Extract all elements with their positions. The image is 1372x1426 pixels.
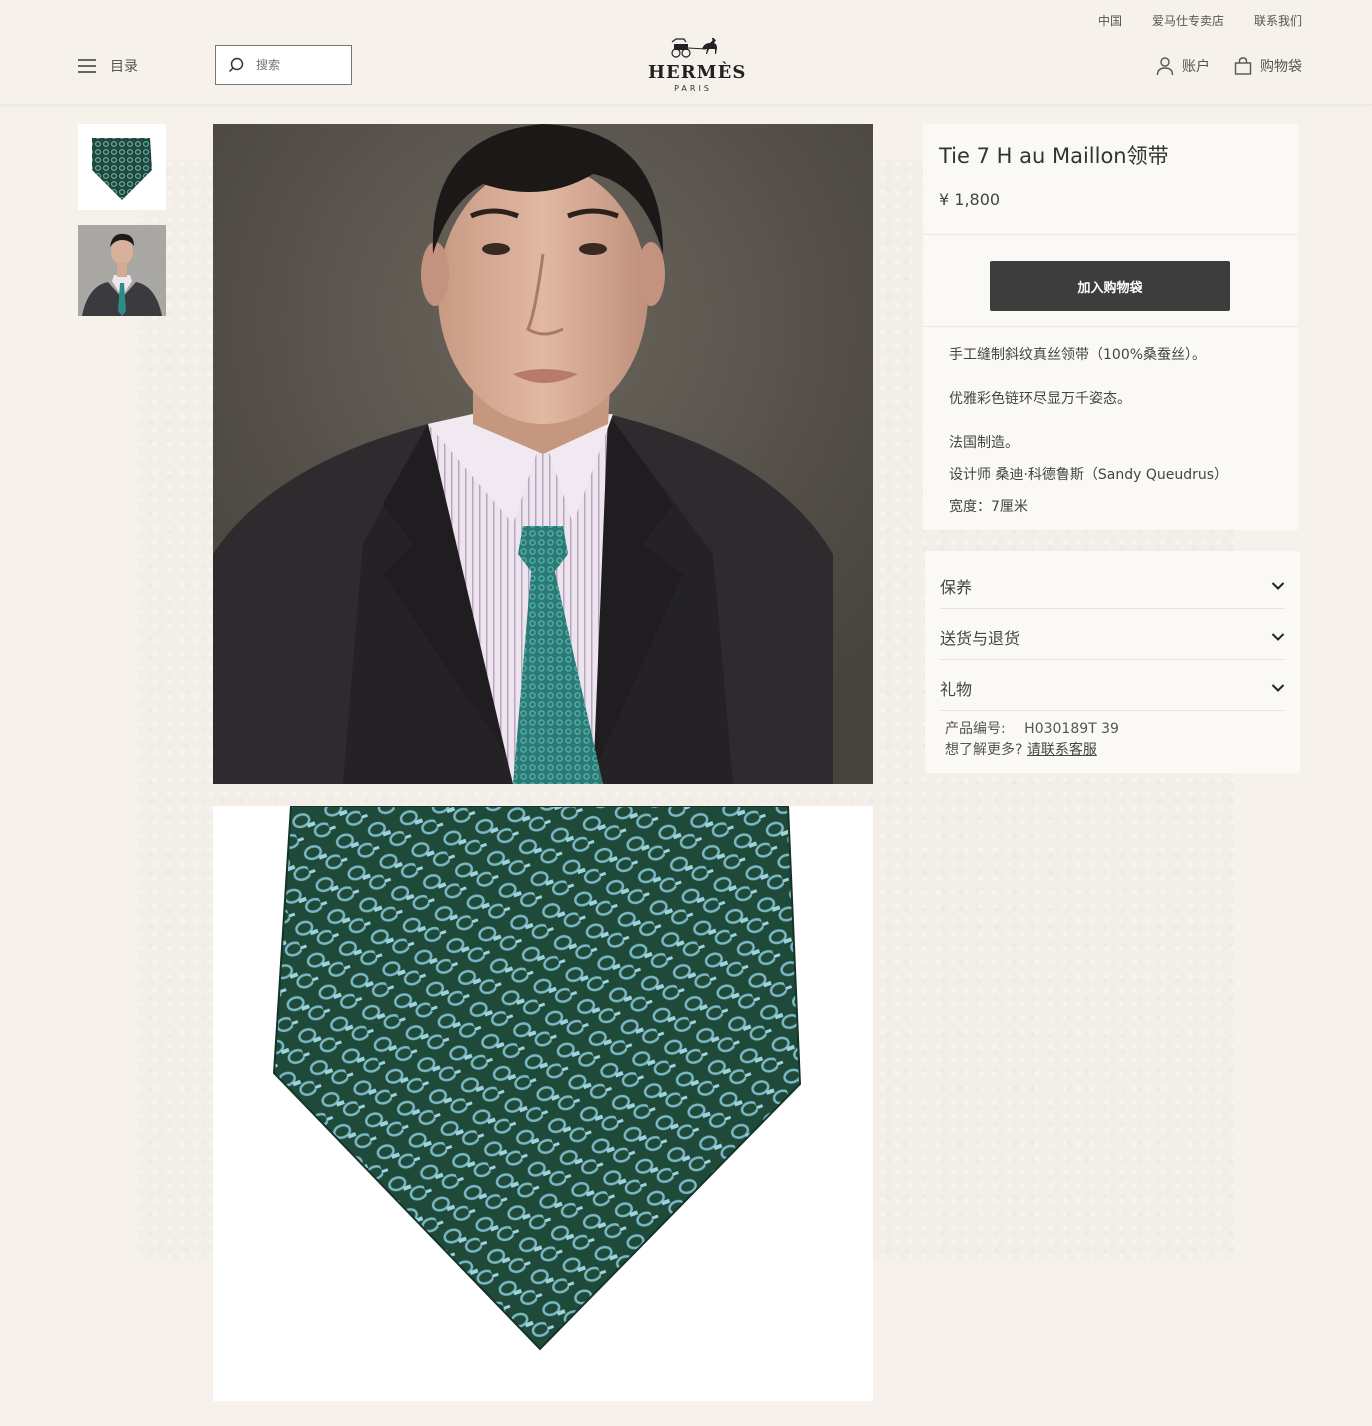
description-line: 法国制造。 xyxy=(949,435,1019,451)
search-icon xyxy=(228,57,244,73)
hamburger-icon xyxy=(78,59,96,73)
description-line: 优雅彩色链环尽显万千姿态。 xyxy=(949,391,1131,407)
product-image-model[interactable] xyxy=(213,124,873,784)
product-price: ¥ 1,800 xyxy=(939,190,1001,209)
accordion-care[interactable]: 保养 xyxy=(940,559,1285,609)
tie-photo xyxy=(213,806,873,1401)
product-title: Tie 7 H au Maillon领带 xyxy=(939,144,1169,168)
description-line: 设计师 桑迪·科德鲁斯（Sandy Queudrus） xyxy=(949,467,1229,483)
divider xyxy=(923,234,1298,235)
account-label: 账户 xyxy=(1182,59,1210,75)
accordion-gift[interactable]: 礼物 xyxy=(940,661,1285,711)
thumbnail-tie[interactable] xyxy=(78,124,166,212)
model-photo xyxy=(213,124,873,784)
accordion-label: 送货与退货 xyxy=(940,628,1021,648)
top-link-stores[interactable]: 爱马仕专卖店 xyxy=(1152,12,1224,29)
menu-label: 目录 xyxy=(110,59,138,75)
product-info-panel: Tie 7 H au Maillon领带 ¥ 1,800 加入购物袋 手工缝制斜… xyxy=(923,124,1298,530)
add-to-bag-button[interactable]: 加入购物袋 xyxy=(990,261,1230,311)
top-link-china[interactable]: 中国 xyxy=(1098,12,1122,29)
sku-value: H030189T 39 xyxy=(1024,721,1119,737)
product-description: 手工缝制斜纹真丝领带（100%桑蚕丝）。 优雅彩色链环尽显万千姿态。 法国制造。… xyxy=(949,345,1228,517)
header-actions: 账户 购物袋 xyxy=(1156,56,1302,76)
contact-service-link[interactable]: 请联系客服 xyxy=(1027,742,1097,758)
user-icon xyxy=(1156,57,1174,76)
shopping-bag-icon xyxy=(1234,57,1252,75)
product-details-accordion: 保养 送货与退货 礼物 产品编号: H030189T 39 想了解更多? 请联系… xyxy=(925,551,1300,773)
description-line: 宽度：7厘米 xyxy=(949,499,1028,515)
logo-wordmark: HERMÈS xyxy=(648,62,747,83)
product-image-tie[interactable] xyxy=(213,806,873,1401)
accordion-label: 礼物 xyxy=(940,679,973,699)
accordion-label: 保养 xyxy=(940,577,973,597)
bag-button[interactable]: 购物袋 xyxy=(1234,56,1302,76)
accordion-shipping[interactable]: 送货与退货 xyxy=(940,610,1285,660)
search-input[interactable] xyxy=(254,57,338,73)
more-info-label: 想了解更多? xyxy=(945,742,1023,758)
chevron-down-icon xyxy=(1271,632,1285,641)
sku-label: 产品编号: xyxy=(945,721,1006,737)
product-meta: 产品编号: H030189T 39 想了解更多? 请联系客服 xyxy=(945,719,1119,761)
divider xyxy=(923,326,1298,327)
menu-button[interactable]: 目录 xyxy=(78,56,138,76)
thumbnail-model[interactable] xyxy=(78,225,166,316)
chevron-down-icon xyxy=(1271,683,1285,692)
bag-label: 购物袋 xyxy=(1260,59,1302,75)
site-header: 中国 爱马仕专卖店 联系我们 目录 HERMÈS PARIS xyxy=(0,0,1372,105)
model-thumbnail-image xyxy=(78,225,166,316)
search-box[interactable] xyxy=(215,45,352,85)
description-line: 手工缝制斜纹真丝领带（100%桑蚕丝）。 xyxy=(949,347,1207,363)
tie-thumbnail-image xyxy=(92,138,152,200)
chevron-down-icon xyxy=(1271,581,1285,590)
carriage-logo-icon xyxy=(671,38,717,58)
top-link-contact[interactable]: 联系我们 xyxy=(1254,12,1302,29)
top-links: 中国 爱马仕专卖店 联系我们 xyxy=(1098,12,1302,29)
account-button[interactable]: 账户 xyxy=(1156,56,1210,76)
hermes-logo[interactable]: HERMÈS PARIS xyxy=(648,36,747,93)
logo-subtitle: PARIS xyxy=(674,84,712,93)
